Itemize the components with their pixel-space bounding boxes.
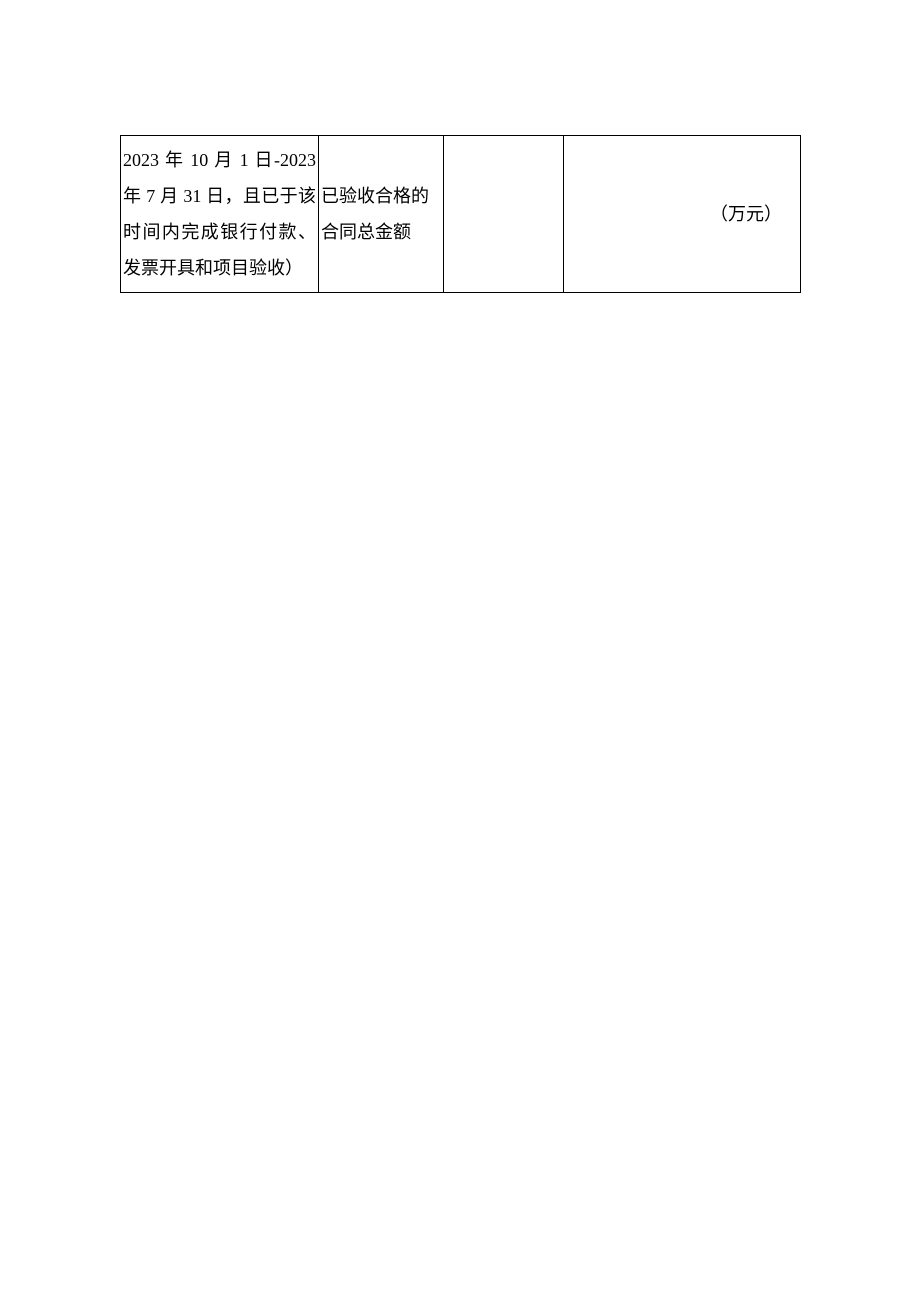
table-row: 2023 年 10 月 1 日-2023 年 7 月 31 日，且已于该时间内完… bbox=[121, 136, 801, 293]
data-table: 2023 年 10 月 1 日-2023 年 7 月 31 日，且已于该时间内完… bbox=[120, 135, 801, 293]
cell-period-text: 2023 年 10 月 1 日-2023 年 7 月 31 日，且已于该时间内完… bbox=[123, 142, 316, 286]
cell-period: 2023 年 10 月 1 日-2023 年 7 月 31 日，且已于该时间内完… bbox=[121, 136, 319, 293]
cell-label: 已验收合格的合同总金额 bbox=[319, 136, 444, 293]
cell-value bbox=[444, 136, 564, 293]
document-page: 2023 年 10 月 1 日-2023 年 7 月 31 日，且已于该时间内完… bbox=[0, 0, 920, 1301]
cell-unit: （万元） bbox=[564, 136, 801, 293]
